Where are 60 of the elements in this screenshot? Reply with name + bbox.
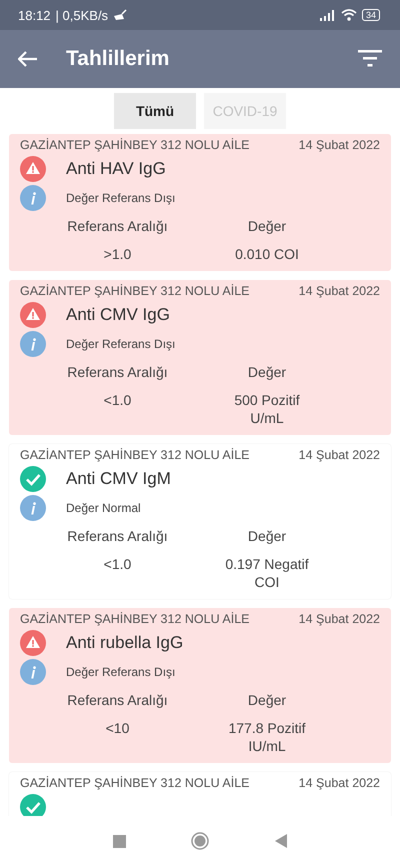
info-icon[interactable] [20, 331, 46, 357]
filter-icon[interactable] [358, 50, 382, 68]
clinic-name: GAZİANTEP ŞAHİNBEY 312 NOLU AİLE [20, 612, 250, 627]
result-card[interactable]: GAZİANTEP ŞAHİNBEY 312 NOLU AİLE 14 Şubat 2022 Anti CMV IgM Değer Normal Referans Aralığı Değer <1.0 0.197 Negatif COI [9, 444, 391, 599]
info-icon[interactable] [20, 495, 46, 521]
result-value: 177.8 Pozitif IU/mL [227, 719, 307, 755]
column-label: Referans Aralığı [67, 217, 168, 235]
status-time: 18:12 [18, 8, 51, 22]
column-label: Değer [248, 691, 286, 709]
recents-icon[interactable] [112, 834, 126, 848]
test-name: Anti HAV IgG [66, 159, 166, 179]
clinic-name: GAZİANTEP ŞAHİNBEY 312 NOLU AİLE [20, 448, 250, 463]
column-label: Değer [248, 527, 286, 545]
column-label: Referans Aralığı [67, 691, 168, 709]
info-icon[interactable] [20, 185, 46, 211]
clinic-name: GAZİANTEP ŞAHİNBEY 312 NOLU AİLE [20, 138, 250, 153]
filter-tab[interactable]: Tümü [114, 93, 196, 129]
info-icon[interactable] [20, 659, 46, 685]
result-value: 0.010 COI [235, 245, 299, 263]
result-value: 0.197 Negatif COI [224, 555, 310, 591]
result-date: 14 Şubat 2022 [298, 284, 380, 299]
home-icon[interactable] [191, 832, 210, 850]
result-note: Değer Referans Dışı [66, 191, 176, 205]
reference-range: <1.0 [104, 555, 132, 574]
reference-range: <10 [106, 719, 130, 738]
column-label: Değer [248, 363, 286, 381]
wifi-icon [340, 9, 357, 21]
signal-icon [320, 10, 336, 20]
clinic-name: GAZİANTEP ŞAHİNBEY 312 NOLU AİLE [20, 776, 250, 791]
check-icon [20, 466, 46, 492]
result-card[interactable]: GAZİANTEP ŞAHİNBEY 312 NOLU AİLE 14 Şubat 2022 Anti rubella IgG Değer Referans Dışı Referans Aralığı Değer <10 177.8 Pozitif IU/mL [9, 608, 391, 763]
result-date: 14 Şubat 2022 [298, 776, 380, 791]
back-icon[interactable] [275, 834, 288, 848]
warning-icon [20, 156, 46, 182]
result-note: Değer Normal [66, 501, 141, 515]
result-card[interactable]: GAZİANTEP ŞAHİNBEY 312 NOLU AİLE 14 Şubat 2022 Anti CMV IgG Değer Referans Dışı Referans Aralığı Değer <1.0 500 Pozitif U/mL [9, 280, 391, 435]
test-name: Anti rubella IgG [66, 633, 184, 653]
result-card[interactable]: GAZİANTEP ŞAHİNBEY 312 NOLU AİLE 14 Şubat 2022 Anti HAV IgG Değer Referans Dışı Referans Aralığı Değer >1.0 0.010 COI [9, 134, 391, 271]
clinic-name: GAZİANTEP ŞAHİNBEY 312 NOLU AİLE [20, 284, 250, 299]
result-date: 14 Şubat 2022 [298, 448, 380, 463]
warning-icon [20, 630, 46, 656]
result-note: Değer Referans Dışı [66, 665, 176, 679]
reference-range: <1.0 [104, 391, 132, 410]
page-title: Tahlillerim [66, 47, 170, 71]
column-label: Referans Aralığı [67, 527, 168, 545]
result-note: Değer Referans Dışı [66, 337, 176, 351]
warning-icon [20, 302, 46, 328]
result-date: 14 Şubat 2022 [298, 138, 380, 153]
column-label: Referans Aralığı [67, 363, 168, 381]
column-label: Değer [248, 217, 286, 235]
reference-range: >1.0 [104, 245, 132, 263]
test-name: Anti CMV IgM [66, 469, 171, 489]
result-value: 500 Pozitif U/mL [233, 391, 301, 427]
result-card[interactable]: GAZİANTEP ŞAHİNBEY 312 NOLU AİLE 14 Şubat 2022 [9, 772, 391, 816]
broom-icon [113, 9, 128, 21]
test-name: Anti CMV IgG [66, 305, 170, 325]
result-date: 14 Şubat 2022 [298, 612, 380, 627]
back-arrow-icon[interactable] [18, 51, 38, 67]
battery-indicator: 34 [362, 9, 380, 21]
network-speed: | 0,5KB/s [56, 8, 108, 22]
